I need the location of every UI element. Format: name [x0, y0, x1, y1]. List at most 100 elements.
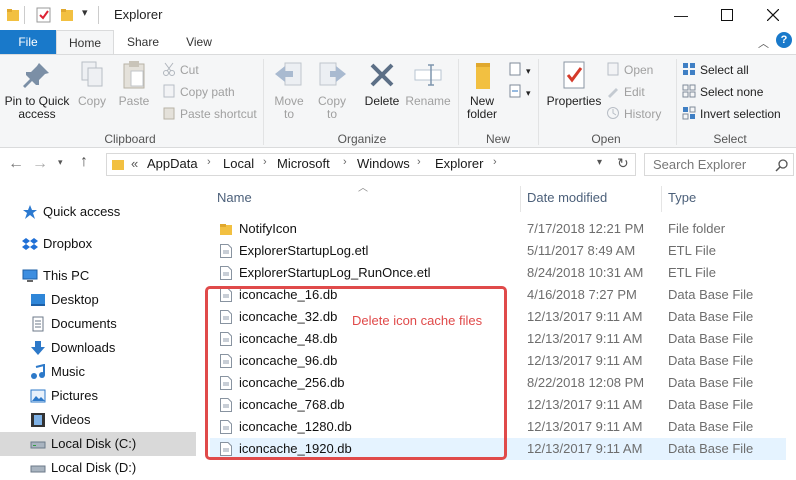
search-icon — [775, 159, 788, 172]
file-row[interactable]: ExplorerStartupLog_RunOnce.etl 8/24/2018 … — [210, 262, 786, 284]
breadcrumb-windows[interactable]: Windows — [357, 156, 410, 171]
breadcrumb-local[interactable]: Local — [223, 156, 254, 171]
paste-icon — [123, 61, 145, 89]
recent-locations-icon[interactable]: ▾ — [58, 157, 63, 168]
delete-x-icon — [370, 63, 394, 87]
breadcrumb-appdata[interactable]: AppData — [147, 156, 198, 171]
annotation-label: Delete icon cache files — [352, 313, 483, 328]
maximize-button[interactable] — [704, 0, 750, 30]
select-all-button[interactable]: Select all — [682, 61, 749, 79]
invert-selection-button[interactable]: Invert selection — [682, 105, 781, 123]
rename-button[interactable]: Rename — [404, 59, 452, 108]
history-icon — [607, 107, 619, 119]
nav-label: Downloads — [51, 340, 116, 355]
breadcrumb-chevron-icon[interactable]: › — [493, 156, 497, 168]
minimize-button[interactable]: — — [658, 0, 704, 30]
copy-path-button[interactable]: Copy path — [162, 83, 235, 101]
breadcrumb-chevron-icon[interactable]: › — [207, 156, 211, 168]
close-button[interactable] — [750, 0, 796, 30]
new-folder-qat-icon[interactable] — [60, 7, 74, 23]
file-row[interactable]: NotifyIcon 7/17/2018 12:21 PM File folder — [210, 218, 786, 240]
select-none-button[interactable]: Select none — [682, 83, 763, 101]
history-label: History — [624, 107, 662, 121]
column-header-date[interactable]: Date modified — [527, 190, 607, 205]
breadcrumb-microsoft[interactable]: Microsoft — [277, 156, 330, 171]
nav-item-dropbox[interactable]: Dropbox — [0, 232, 196, 256]
copy-path-label: Copy path — [180, 85, 235, 99]
column-header-name[interactable]: Name — [217, 190, 252, 205]
nav-item-videos[interactable]: Videos — [0, 408, 196, 432]
breadcrumb-chevron-icon[interactable]: › — [263, 156, 267, 168]
nav-item-desktop[interactable]: Desktop — [0, 288, 196, 312]
drive-icon — [30, 465, 46, 473]
tab-file[interactable]: File — [0, 30, 56, 54]
back-arrow-icon[interactable]: ← — [8, 155, 24, 173]
file-date: 12/13/2017 9:11 AM — [527, 397, 643, 412]
paste-shortcut-label: Paste shortcut — [180, 107, 257, 121]
nav-item-music[interactable]: Music — [0, 360, 196, 384]
nav-item-quick-access[interactable]: Quick access — [0, 200, 196, 224]
search-input[interactable]: Search Explorer — [653, 157, 746, 172]
customize-qat-icon[interactable]: ▾ — [82, 6, 88, 19]
tab-home[interactable]: Home — [56, 30, 114, 54]
open-label: Open — [624, 63, 654, 77]
file-row[interactable]: ExplorerStartupLog.etl 5/11/2017 8:49 AM E… — [210, 240, 786, 262]
refresh-icon[interactable]: ↻ — [617, 155, 629, 172]
properties-button[interactable]: Properties — [544, 59, 604, 108]
nav-item-pictures[interactable]: Pictures — [0, 384, 196, 408]
chevron-up-icon[interactable]: ︿ — [758, 35, 769, 51]
pictures-icon — [30, 389, 46, 403]
new-folder-label: New folder — [466, 94, 498, 121]
paste-shortcut-button[interactable]: Paste shortcut — [162, 105, 257, 123]
tab-view[interactable]: View — [176, 30, 222, 54]
column-header-type[interactable]: Type — [668, 190, 696, 205]
file-type: Data Base File — [668, 375, 754, 390]
computer-icon — [22, 269, 38, 282]
nav-item-local-disk-d[interactable]: Local Disk (D:) — [0, 456, 196, 480]
breadcrumb-explorer[interactable]: Explorer — [435, 156, 483, 171]
folder-icon — [220, 224, 232, 235]
navigation-row: ← → ▾ ↑ « AppData › Local › Microsoft › … — [0, 148, 796, 182]
search-box[interactable]: Search Explorer — [644, 153, 794, 176]
minimize-icon: — — [674, 7, 688, 23]
select-all-icon — [683, 63, 695, 75]
copy-label: Copy — [77, 94, 106, 108]
dropdown-arrow-icon: ▾ — [526, 88, 531, 98]
address-history-icon[interactable]: ▾ — [597, 157, 602, 168]
paste-button[interactable]: Paste — [114, 59, 154, 108]
select-all-label: Select all — [700, 63, 749, 77]
nav-label: Videos — [51, 412, 91, 427]
downloads-icon — [31, 341, 45, 355]
up-arrow-icon[interactable]: ↑ — [80, 153, 88, 171]
breadcrumb-overflow[interactable]: « — [131, 156, 138, 171]
new-folder-button[interactable]: New folder — [460, 59, 504, 121]
help-icon[interactable]: ? — [776, 32, 792, 48]
open-button[interactable]: Open — [606, 61, 653, 79]
new-item-icon — [509, 62, 521, 76]
nav-item-documents[interactable]: Documents — [0, 312, 196, 336]
properties-qat-icon[interactable] — [36, 7, 52, 23]
close-icon — [767, 9, 779, 21]
cut-button[interactable]: Cut — [162, 61, 199, 79]
new-item-button[interactable]: ▾ — [508, 61, 531, 79]
pin-quick-access-button[interactable]: Pin to Quick access — [2, 59, 72, 121]
nav-item-local-disk-c[interactable]: Local Disk (C:) — [0, 432, 196, 456]
move-to-button[interactable]: Move to — [268, 59, 310, 121]
forward-arrow-icon[interactable]: → — [32, 155, 48, 173]
copy-button[interactable]: Copy — [74, 59, 110, 108]
nav-item-this-pc[interactable]: This PC — [0, 264, 196, 288]
nav-item-downloads[interactable]: Downloads — [0, 336, 196, 360]
breadcrumb-chevron-icon[interactable]: › — [417, 156, 421, 168]
edit-button[interactable]: Edit — [606, 83, 645, 101]
tab-share[interactable]: Share — [118, 30, 168, 54]
delete-button[interactable]: Delete — [360, 59, 404, 108]
documents-icon — [32, 316, 44, 332]
easy-access-button[interactable]: ▾ — [508, 83, 531, 101]
copy-to-button[interactable]: Copy to — [312, 59, 352, 121]
address-bar[interactable]: « AppData › Local › Microsoft › Windows … — [106, 153, 636, 176]
history-button[interactable]: History — [606, 105, 661, 123]
ribbon-separator — [676, 59, 677, 145]
breadcrumb-chevron-icon[interactable]: › — [343, 156, 347, 168]
title-bar: ▾ Explorer — — [0, 0, 796, 30]
file-type: Data Base File — [668, 397, 754, 412]
